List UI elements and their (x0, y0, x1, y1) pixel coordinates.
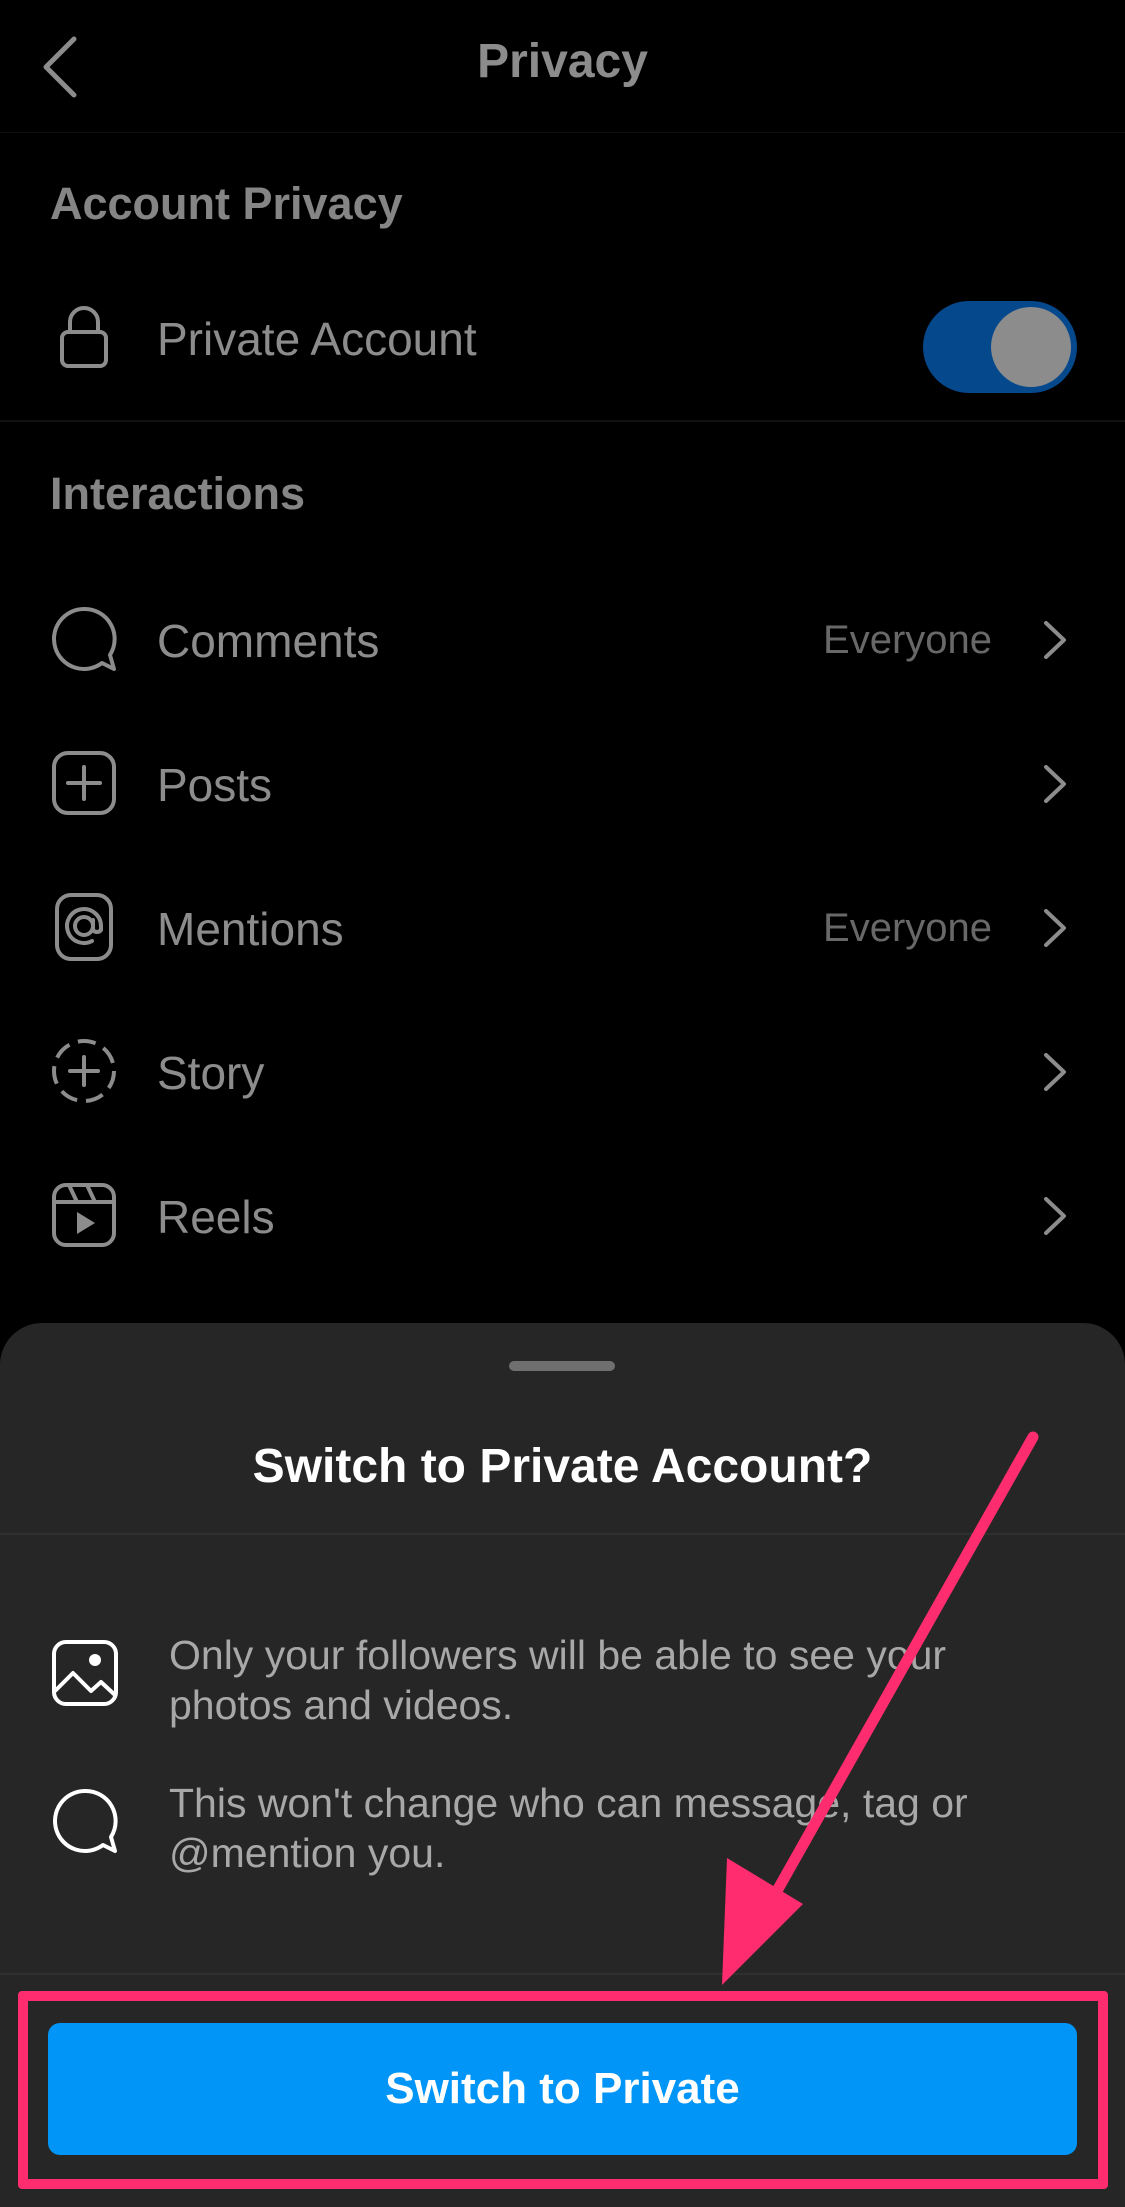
switch-to-private-button[interactable]: Switch to Private (48, 2023, 1077, 2155)
page-title: Privacy (477, 35, 648, 88)
interactions-item-story[interactable]: Story (0, 1016, 1125, 1126)
reels-icon (50, 1180, 118, 1250)
confirm-private-sheet: Switch to Private Account? Only your fol… (0, 1323, 1125, 2207)
lock-icon (50, 302, 118, 372)
interactions-item-posts[interactable]: Posts (0, 728, 1125, 838)
interactions-item-label: Posts (157, 759, 273, 811)
sheet-info-item: Only your followers will be able to see … (0, 1630, 1125, 1740)
privacy-settings-page: Privacy Account Privacy Private Account … (0, 0, 1125, 1340)
interactions-item-mentions[interactable]: Mentions Everyone (0, 872, 1125, 982)
interactions-item-label: Story (157, 1047, 265, 1099)
divider (0, 420, 1125, 422)
chevron-right-icon (1044, 621, 1066, 659)
section-title-account-privacy: Account Privacy (50, 178, 403, 229)
at-sign-icon (50, 892, 118, 962)
sheet-info-text: Only your followers will be able to see … (169, 1632, 947, 1728)
private-account-toggle[interactable] (923, 301, 1077, 393)
top-bar: Privacy (0, 0, 1125, 133)
private-account-label: Private Account (157, 313, 477, 365)
sheet-info-text: This won't change who can message, tag o… (169, 1780, 968, 1876)
interactions-item-label: Reels (157, 1191, 275, 1243)
interactions-item-comments[interactable]: Comments Everyone (0, 584, 1125, 694)
sheet-info-item: This won't change who can message, tag o… (0, 1778, 1125, 1888)
sheet-title: Switch to Private Account? (252, 1440, 873, 1493)
divider (0, 1533, 1125, 1535)
interactions-item-label: Comments (157, 615, 380, 667)
photo-icon (50, 1638, 120, 1708)
interactions-item-label: Mentions (157, 903, 344, 955)
toggle-knob (991, 307, 1071, 387)
interactions-item-value: Everyone (823, 906, 992, 950)
comment-bubble-icon (50, 604, 118, 674)
dashed-plus-circle-icon (50, 1036, 118, 1106)
chevron-right-icon (1044, 909, 1066, 947)
message-bubble-icon (50, 1786, 120, 1856)
section-title-interactions: Interactions (50, 468, 306, 519)
chevron-right-icon (1044, 765, 1066, 803)
plus-square-icon (50, 748, 118, 818)
divider (0, 1973, 1125, 1975)
interactions-item-reels[interactable]: Reels (0, 1160, 1125, 1270)
interactions-item-value: Everyone (823, 618, 992, 662)
chevron-right-icon (1044, 1197, 1066, 1235)
sheet-drag-handle[interactable] (509, 1361, 615, 1371)
chevron-right-icon (1044, 1053, 1066, 1091)
